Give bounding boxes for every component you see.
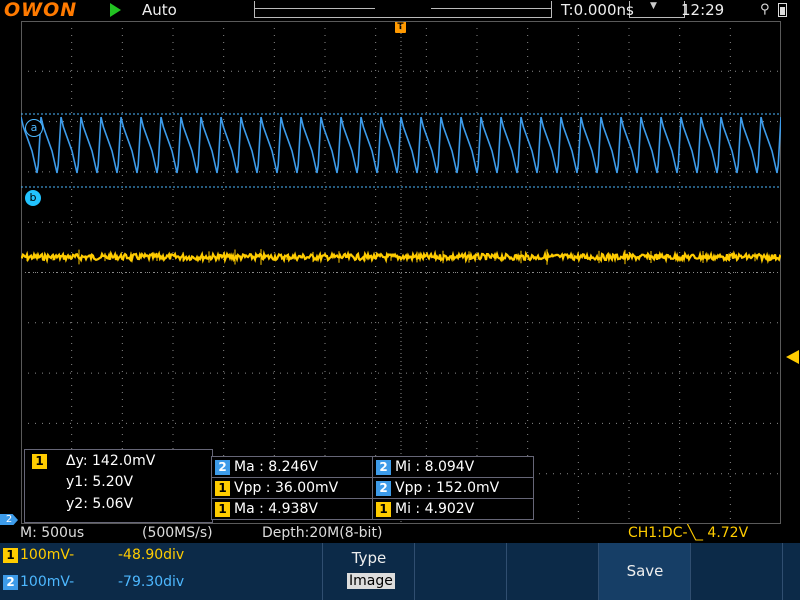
bottom-menu-bar: 1 100mV- -48.90div 2 100mV- -79.30div Type… <box>0 543 800 600</box>
cursor-b-marker[interactable]: b <box>25 190 41 206</box>
measurement-cell: 2 Ma : 8.246V <box>211 456 373 478</box>
memory-position-bar: ▼ <box>254 1 685 18</box>
run-play-icon[interactable] <box>110 3 121 17</box>
ch1-scale[interactable]: 1 100mV- <box>3 547 74 563</box>
measurement-cell: 1 Mi : 4.902V <box>372 498 534 520</box>
measurement-cell: 2 Mi : 8.094V <box>372 456 534 478</box>
measurement-value: Mi : 8.094V <box>395 459 475 475</box>
measurement-panel: 2 Ma : 8.246V 2 Mi : 8.094V 1 Vpp : 36.00mV… <box>211 456 534 521</box>
softkey-type[interactable]: Type Image <box>322 543 415 600</box>
ch1-waveform <box>21 249 781 265</box>
measurement-value: Ma : 8.246V <box>234 459 318 475</box>
measurement-channel-badge: 1 <box>215 501 230 517</box>
usb-icon: ⚲ <box>760 2 770 17</box>
record-depth: Depth:20M(8-bit) <box>262 525 383 541</box>
ch2-scale[interactable]: 2 100mV- <box>3 574 74 590</box>
measurement-channel-badge: 2 <box>376 480 391 496</box>
memory-view-window: ▼ <box>629 1 685 18</box>
softkey-type-value: Image <box>347 573 395 589</box>
softkey-save[interactable]: Save <box>598 543 691 600</box>
measurement-value: Vpp : 152.0mV <box>395 480 500 496</box>
ch2-badge: 2 <box>3 574 18 590</box>
memory-pointer-icon: ▼ <box>650 1 657 11</box>
cursor-readout-panel: 1 Δy: 142.0mV y1: 5.20V y2: 5.06V <box>24 449 213 523</box>
battery-icon <box>778 3 787 17</box>
measurement-cell: 1 Vpp : 36.00mV <box>211 477 373 499</box>
ch1-volts-div: 100mV- <box>20 547 75 563</box>
cursor-delta-y: Δy: 142.0mV <box>66 453 156 469</box>
timebase[interactable]: M: 500us <box>20 525 84 541</box>
trigger-status[interactable]: CH1:DC-╲_ 4.72V <box>628 525 748 541</box>
measurement-channel-badge: 1 <box>376 501 391 517</box>
measurement-channel-badge: 2 <box>215 459 230 475</box>
measurement-value: Mi : 4.902V <box>395 501 475 517</box>
measurement-channel-badge: 2 <box>376 459 391 475</box>
sample-rate: (500MS/s) <box>142 525 213 541</box>
save-button-label: Save <box>626 562 664 580</box>
cursor-a-marker[interactable]: a <box>25 119 43 137</box>
ch2-volts-div: 100mV- <box>20 574 75 590</box>
ch2-offset: -79.30div <box>118 574 185 590</box>
ch1-trace <box>21 249 781 264</box>
trigger-time-offset: T:0.000ns <box>561 1 634 19</box>
softkey-empty[interactable] <box>506 543 599 600</box>
clock: 12:29 <box>681 1 725 19</box>
trigger-level-arrow[interactable] <box>786 350 799 364</box>
softkey-empty[interactable] <box>690 543 783 600</box>
top-status-bar: OWON Auto ▼ T:0.000ns 12:29 ⚲ <box>0 0 800 22</box>
cursor-y1: y1: 5.20V <box>66 474 134 490</box>
cursor-y2: y2: 5.06V <box>66 496 134 512</box>
trigger-mode[interactable]: Auto <box>142 1 177 19</box>
measurement-value: Ma : 4.938V <box>234 501 318 517</box>
ch1-offset: -48.90div <box>118 547 185 563</box>
softkey-type-title: Type <box>351 549 387 567</box>
measurement-value: Vpp : 36.00mV <box>234 480 339 496</box>
measurement-cell: 1 Ma : 4.938V <box>211 498 373 520</box>
softkey-empty[interactable] <box>414 543 507 600</box>
measurement-channel-badge: 1 <box>215 480 230 496</box>
brand-logo: OWON <box>4 0 78 21</box>
cursor-channel-badge: 1 <box>32 454 47 469</box>
ch1-badge: 1 <box>3 547 18 563</box>
softkey-empty[interactable] <box>782 543 800 600</box>
measurement-cell: 2 Vpp : 152.0mV <box>372 477 534 499</box>
acquisition-status-bar: M: 500us (500MS/s) Depth:20M(8-bit) CH1:… <box>0 525 800 542</box>
